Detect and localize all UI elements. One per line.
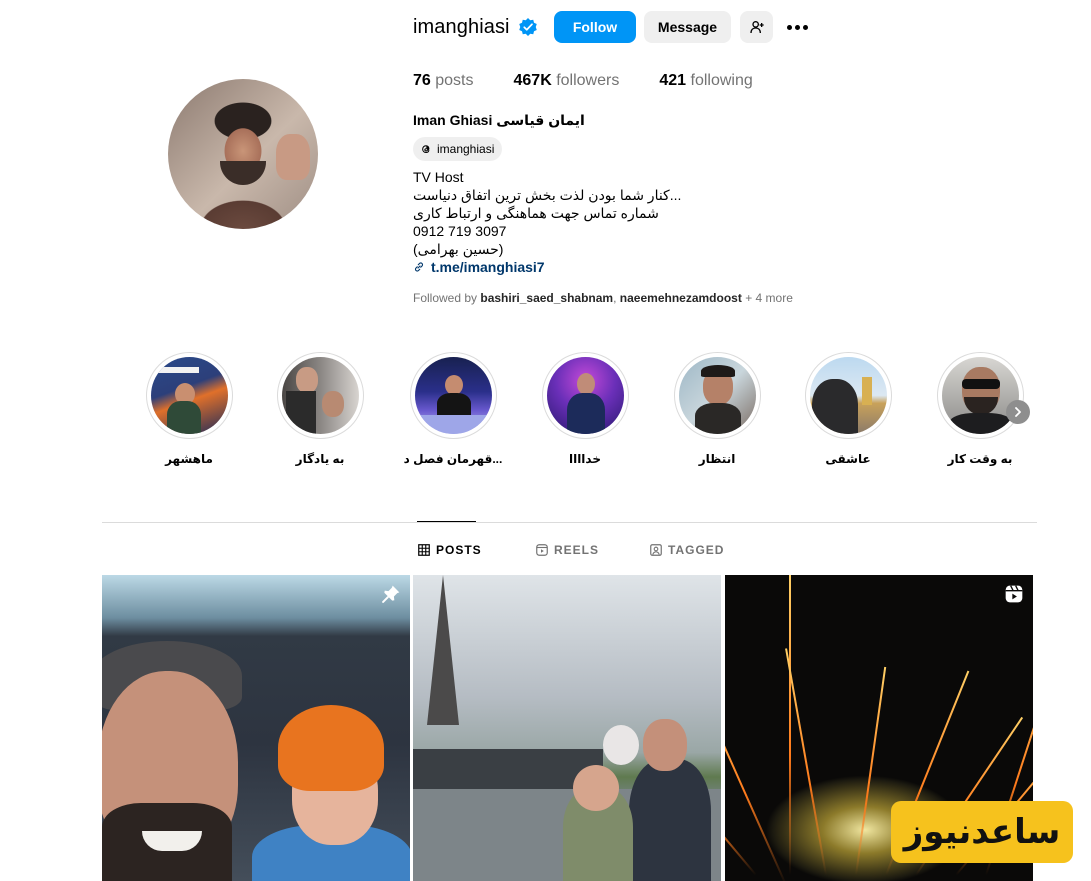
post-shape [427, 575, 459, 725]
highlight-label: ماهشهر [165, 452, 213, 466]
post-shape [789, 575, 791, 875]
message-button[interactable]: Message [644, 11, 731, 43]
story-highlight[interactable]: عاشقی [804, 352, 892, 466]
posts-count: 76 [413, 72, 431, 89]
link-icon [414, 262, 424, 272]
followed-by-user: bashiri_saed_shabnam [480, 291, 614, 305]
verified-badge-icon [518, 18, 537, 36]
highlight-ring [541, 352, 629, 439]
followed-by-separator: , [613, 291, 617, 305]
highlight-cover [150, 357, 228, 434]
more-options-icon[interactable] [784, 14, 810, 40]
story-highlight[interactable]: قهرمان فصل د... [404, 352, 502, 466]
highlight-label: انتظار [698, 452, 736, 466]
story-highlight[interactable]: به یادگار [276, 352, 364, 466]
following-stat[interactable]: 421 following [659, 72, 752, 90]
posts-label: posts [435, 72, 474, 89]
followed-by-more: + 4 more [745, 291, 793, 305]
post-thumbnail[interactable] [413, 575, 721, 881]
chevron-right-icon [1015, 407, 1021, 417]
avatar-hand-shape [276, 134, 310, 180]
tab-tagged-label: TAGGED [668, 543, 725, 557]
bio-line: شماره تماس جهت هماهنگی و ارتباط کاری [413, 205, 659, 221]
profile-full-name: Iman Ghiasi ایمان قیاسی [413, 112, 585, 128]
post-thumbnail[interactable] [102, 575, 410, 881]
followers-label: followers [556, 72, 620, 89]
tagged-icon [650, 544, 662, 556]
highlight-label: خداااا [568, 452, 602, 466]
followed-by-user: naeemehnezamdoost [619, 291, 742, 305]
followers-count: 467K [513, 72, 552, 89]
highlight-cover [414, 357, 492, 434]
highlight-label: عاشقی [825, 452, 871, 466]
story-highlight[interactable]: انتظار [673, 352, 761, 466]
highlight-cover [809, 357, 887, 434]
profile-stats: 76 posts 467K followers 421 following [413, 72, 793, 90]
threads-icon [422, 145, 430, 154]
saednews-watermark: ساعدنیوز [891, 801, 1073, 863]
story-highlight[interactable]: ماهشهر [145, 352, 233, 466]
avatar-beard-shape [220, 161, 266, 185]
highlight-label: به یادگار [295, 452, 345, 466]
highlight-ring [145, 352, 233, 439]
username-row: imanghiasi [413, 11, 538, 43]
highlight-cover [281, 357, 359, 434]
tab-tagged[interactable]: TAGGED [650, 543, 724, 557]
tab-posts-label: POSTS [436, 543, 482, 557]
post-shape [643, 719, 687, 771]
profile-avatar[interactable] [168, 79, 318, 229]
story-highlight[interactable]: به وقت کار [936, 352, 1024, 466]
tab-reels[interactable]: REELS [536, 543, 599, 557]
tab-reels-label: REELS [554, 543, 600, 557]
post-shape [573, 765, 619, 811]
followed-by[interactable]: Followed by bashiri_saed_shabnam, naeeme… [413, 291, 793, 305]
reel-icon [1005, 585, 1023, 603]
follow-button[interactable]: Follow [554, 11, 636, 43]
highlight-cover [546, 357, 624, 434]
highlight-ring [276, 352, 364, 439]
highlights-next-button[interactable] [1006, 400, 1030, 424]
following-label: following [690, 72, 753, 89]
post-shape [629, 759, 711, 881]
reels-icon [536, 544, 548, 556]
followed-by-prefix: Followed by [413, 291, 478, 305]
bio-line: 0912 719 3097 [413, 223, 507, 239]
grid-icon [418, 544, 430, 556]
username: imanghiasi [413, 15, 510, 38]
highlight-ring [936, 352, 1024, 439]
suggested-users-button[interactable] [740, 11, 773, 43]
highlight-label: به وقت کار [947, 452, 1013, 466]
tabs-divider [102, 522, 1037, 523]
highlight-ring [804, 352, 892, 439]
story-highlight[interactable]: خداااا [541, 352, 629, 466]
threads-link[interactable]: imanghiasi [413, 137, 503, 161]
bio-link-text: t.me/imanghiasi7 [431, 259, 545, 275]
threads-handle: imanghiasi [437, 142, 495, 156]
followers-stat[interactable]: 467K followers [514, 72, 620, 90]
profile-bio: TV Host کنار شما بودن لذت بخش ترین اتفاق… [413, 168, 681, 276]
pinned-icon [382, 585, 400, 603]
highlight-label: قهرمان فصل د... [403, 452, 503, 466]
bio-line: کنار شما بودن لذت بخش ترین اتفاق دنیاست.… [413, 187, 682, 203]
add-person-icon [749, 21, 764, 34]
post-shape [278, 705, 384, 791]
post-shape [603, 725, 639, 765]
highlight-ring [673, 352, 761, 439]
active-tab-indicator [417, 521, 476, 522]
highlight-cover [678, 357, 756, 434]
bio-link[interactable]: t.me/imanghiasi7 [413, 258, 681, 276]
tab-posts[interactable]: POSTS [418, 543, 482, 557]
highlight-cover [941, 357, 1019, 434]
bio-line: (حسین بهرامی) [413, 241, 504, 257]
following-count: 421 [659, 72, 687, 89]
highlight-ring [409, 352, 497, 439]
posts-stat[interactable]: 76 posts [413, 72, 474, 90]
bio-line: TV Host [413, 169, 464, 185]
